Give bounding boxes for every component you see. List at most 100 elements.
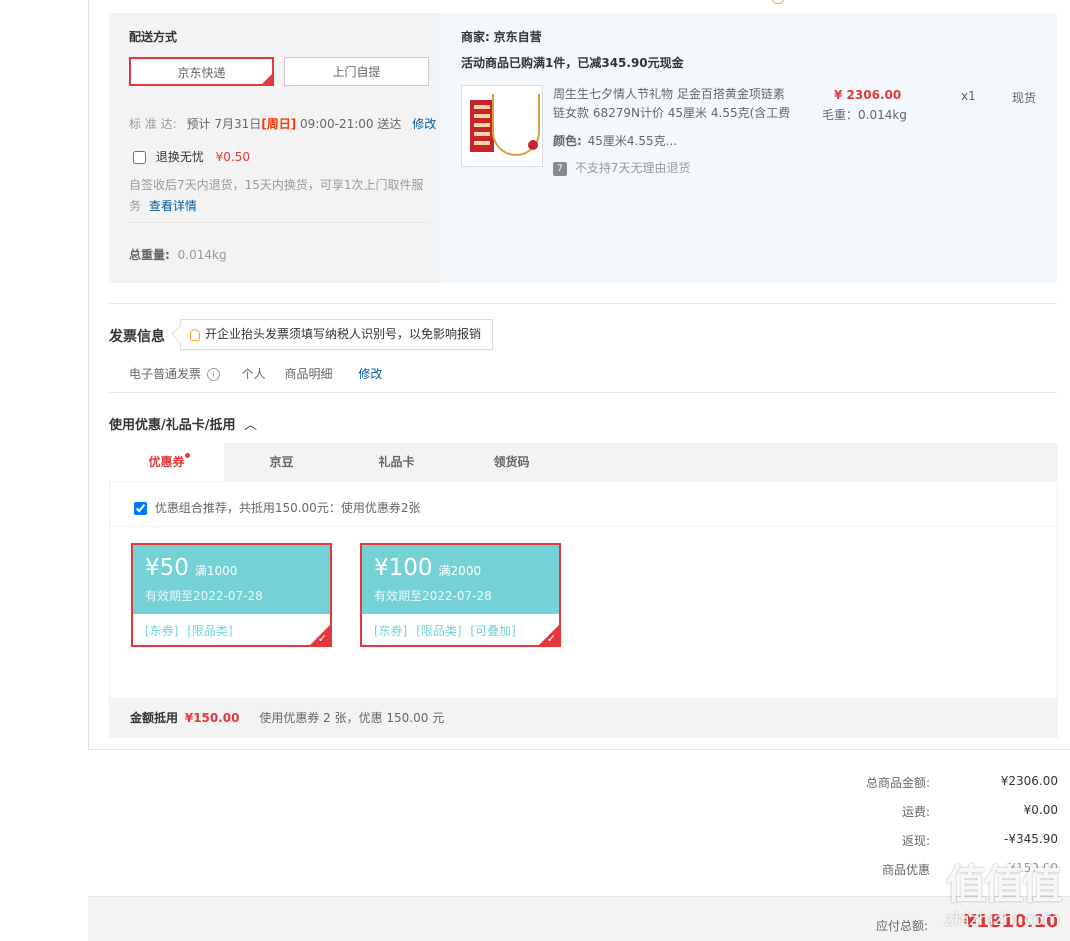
shipping-option-jd-express[interactable]: 京东快递 ✓ xyxy=(129,57,274,86)
coupon-amount: ¥100 xyxy=(374,555,433,581)
total-cashback: 返现: -¥345.90 xyxy=(800,832,1058,852)
discount-title[interactable]: 使用优惠/礼品卡/抵用 ︿ xyxy=(109,414,257,433)
coupon-tags: [东券] [限品类] [可叠加] xyxy=(374,622,516,639)
weight-value: 0.014kg xyxy=(177,248,227,262)
watermark-logo: 值值值 xyxy=(946,862,1062,908)
tab-gift-card[interactable]: 礼品卡 xyxy=(339,443,454,481)
invoice-person: 个人 xyxy=(241,367,266,381)
insurance-description: 自签收后7天内退货，15天内换货，可享1次上门取件服务 查看详情 xyxy=(129,175,429,217)
insurance-detail-link[interactable]: 查看详情 xyxy=(149,199,197,213)
payment-footer: 应付总额: ¥1810.10 xyxy=(88,896,1070,941)
product-color: 颜色: 45厘米4.55克... xyxy=(553,132,677,149)
content-border-left xyxy=(88,0,89,750)
selected-check-icon: ✓ xyxy=(260,65,274,86)
coupon-header: ¥50 满1000 有效期至2022-07-28 xyxy=(133,545,330,614)
section-divider xyxy=(109,392,1057,393)
shipping-option-label: 京东快递 xyxy=(177,66,226,80)
combo-recommend: 优惠组合推荐，共抵用150.00元：使用优惠券2张 xyxy=(134,499,420,516)
tab-label: 京豆 xyxy=(269,455,294,469)
delivery-day: [周日] xyxy=(261,117,297,131)
content-border-bottom xyxy=(88,749,1070,750)
return-note: 不支持7天无理由退货 xyxy=(574,161,691,175)
discount-sum-desc: 使用优惠券 2 张，优惠 150.00 元 xyxy=(259,711,445,725)
total-value: ¥2306.00 xyxy=(1000,774,1058,788)
tab-jd-beans[interactable]: 京豆 xyxy=(224,443,339,481)
product-price: ¥ 2306.00 xyxy=(834,88,902,102)
info-icon[interactable]: i xyxy=(206,368,220,381)
lightbulb-icon xyxy=(190,328,200,341)
total-shipping: 运费: ¥0.00 xyxy=(800,803,1058,823)
merchant-name: 京东自营 xyxy=(493,30,542,44)
product-image xyxy=(470,100,494,152)
total-weight: 总重量: 0.014kg xyxy=(129,246,227,263)
coupon-expiry: 有效期至2022-07-28 xyxy=(145,589,263,603)
return-policy: 7 不支持7天无理由退货 xyxy=(553,159,690,176)
invoice-tip: 开企业抬头发票须填写纳税人识别号，以免影响报销 xyxy=(180,319,493,350)
new-dot-icon xyxy=(184,453,190,458)
weight-label: 总重量: xyxy=(129,248,170,262)
shipping-option-label: 上门自提 xyxy=(332,65,381,79)
discount-sum-label: 金额抵用 xyxy=(130,711,179,725)
combo-checkbox[interactable] xyxy=(134,502,147,515)
promo-line: 活动商品已购满1件，已减345.90元现金 xyxy=(461,56,684,70)
product-title[interactable]: 周生生七夕情人节礼物 足金百搭黄金项链素链女款 68279N计价 45厘米 4.… xyxy=(553,85,793,123)
section-divider xyxy=(109,303,1057,304)
total-label: 商品优惠 xyxy=(881,863,930,877)
coupon-condition: 满2000 xyxy=(438,564,482,578)
insurance-checkbox[interactable] xyxy=(133,151,146,164)
coupon-tag: [可叠加] xyxy=(470,624,516,638)
invoice-modify-link[interactable]: 修改 xyxy=(358,367,382,381)
coupon-card[interactable]: ¥100 满2000 有效期至2022-07-28 [东券] [限品类] [可叠加… xyxy=(360,543,561,647)
shipping-divider xyxy=(129,222,429,223)
tab-coupons[interactable]: 优惠券 xyxy=(109,443,224,481)
insurance-row: 退换无忧 ¥0.50 xyxy=(133,148,250,165)
total-label: 返现: xyxy=(901,834,930,848)
delivery-window: 09:00-21:00 送达 xyxy=(296,117,402,131)
coupon-condition: 满1000 xyxy=(194,564,238,578)
invoice-content: 商品明细 xyxy=(284,367,333,381)
no-return-icon: 7 xyxy=(553,161,567,176)
product-thumbnail[interactable] xyxy=(461,85,543,167)
color-label: 颜色: xyxy=(553,134,582,148)
coupon-tag: [东券] xyxy=(374,624,408,638)
total-label: 总商品金额: xyxy=(865,776,930,790)
insurance-label: 退换无忧 xyxy=(155,150,204,164)
total-value: -¥345.90 xyxy=(1004,832,1058,846)
coupon-tag: [限品类] xyxy=(416,624,462,638)
coupon-header: ¥100 满2000 有效期至2022-07-28 xyxy=(362,545,559,614)
watermark-site: zhizhizhi.com xyxy=(945,910,1060,930)
top-clipped-row xyxy=(770,0,1070,4)
delivery-time: 标 准 达: 预计 7月31日[周日] 09:00-21:00 送达 修改 xyxy=(129,115,436,132)
delivery-date: 预计 7月31日 xyxy=(186,117,262,131)
discount-summary: 金额抵用 ¥150.00 使用优惠券 2 张，优惠 150.00 元 xyxy=(109,699,1058,738)
invoice-type: 电子普通发票 xyxy=(129,367,202,381)
merchant-label: 商家: xyxy=(461,30,490,44)
coupon-tag: [限品类] xyxy=(187,624,233,638)
delivery-modify-link[interactable]: 修改 xyxy=(412,117,436,131)
combo-text: 优惠组合推荐，共抵用150.00元：使用优惠券2张 xyxy=(154,501,421,515)
color-value: 45厘米4.55克... xyxy=(587,134,678,148)
coupon-tag: [东券] xyxy=(145,624,179,638)
invoice-title: 发票信息 xyxy=(109,329,165,345)
merchant-line: 商家: 京东自营 xyxy=(461,28,542,45)
shipping-option-pickup[interactable]: 上门自提 xyxy=(284,57,429,86)
total-goods: 总商品金额: ¥2306.00 xyxy=(800,774,1058,794)
discount-tabs: 优惠券 京豆 礼品卡 领货码 xyxy=(109,443,1058,481)
discount-sum-value: ¥150.00 xyxy=(184,711,240,725)
chevron-up-icon[interactable]: ︿ xyxy=(244,418,257,433)
coupon-amount: ¥50 xyxy=(145,555,189,581)
product-stock: 现货 xyxy=(1012,91,1037,105)
invoice-details: 电子普通发票 i 个人 商品明细 修改 xyxy=(129,365,382,382)
tab-redeem-code[interactable]: 领货码 xyxy=(454,443,569,481)
coupon-tags: [东券] [限品类] xyxy=(145,622,233,639)
invoice-tip-text: 开企业抬头发票须填写纳税人识别号，以免影响报销 xyxy=(205,327,482,341)
insurance-price: ¥0.50 xyxy=(215,150,251,164)
coupon-card[interactable]: ¥50 满1000 有效期至2022-07-28 [东券] [限品类] ✓ xyxy=(131,543,332,647)
coupon-expiry: 有效期至2022-07-28 xyxy=(374,589,492,603)
total-label: 运费: xyxy=(901,805,930,819)
tab-label: 优惠券 xyxy=(148,455,185,469)
payable-label: 应付总额: xyxy=(876,919,929,933)
product-quantity: x1 xyxy=(961,89,976,103)
tab-label: 礼品卡 xyxy=(378,455,415,469)
discount-title-text: 使用优惠/礼品卡/抵用 xyxy=(109,418,236,433)
